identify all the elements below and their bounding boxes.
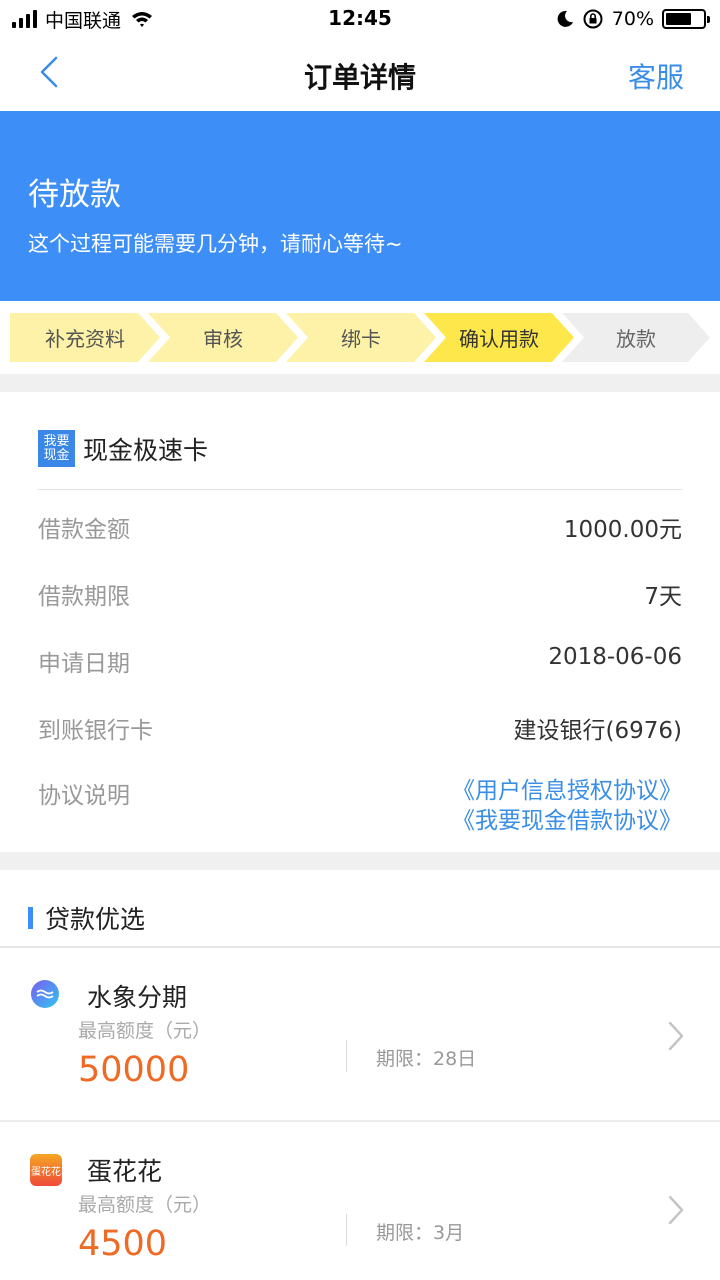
detail-value: 2018-06-06 xyxy=(548,644,682,670)
detail-label: 借款金额 xyxy=(38,517,130,543)
loan-product-name: 蛋花花 xyxy=(87,1157,163,1186)
item-divider xyxy=(0,1120,720,1122)
vertical-divider xyxy=(346,1040,347,1072)
chevron-right-icon xyxy=(668,1195,684,1225)
danhuahua-logo-icon: 蛋花花 xyxy=(30,1154,62,1186)
loan-limit-label: 最高额度（元） xyxy=(78,1194,212,1216)
vertical-divider xyxy=(346,1214,347,1246)
detail-label: 申请日期 xyxy=(38,651,130,677)
step-label: 放款 xyxy=(616,327,656,351)
user-authorization-agreement-link[interactable]: 《用户信息授权协议》 xyxy=(452,778,682,804)
step-disburse: 放款 xyxy=(562,313,710,362)
detail-label: 到账银行卡 xyxy=(38,718,153,744)
battery-icon xyxy=(662,9,710,29)
status-right: 70% xyxy=(556,6,710,32)
section-divider xyxy=(0,852,720,870)
loan-max-amount: 4500 xyxy=(78,1224,168,1264)
navigation-bar: 订单详情 客服 xyxy=(0,40,720,110)
recommend-title: 贷款优选 xyxy=(45,905,146,934)
loan-product-name: 水象分期 xyxy=(87,983,188,1012)
product-name: 现金极速卡 xyxy=(83,435,209,465)
status-banner: 待放款 这个过程可能需要几分钟，请耐心等待~ xyxy=(0,111,720,301)
loan-item-shuixiang[interactable]: 水象分期 最高额度（元） 50000 期限：28日 xyxy=(0,950,720,1120)
status-bar: 中国联通 12:45 70% xyxy=(0,0,720,40)
step-label: 确认用款 xyxy=(459,327,539,351)
step-label: 绑卡 xyxy=(341,327,381,351)
rotation-lock-icon xyxy=(583,9,603,29)
logo-text: 蛋花花 xyxy=(31,1166,61,1178)
product-header: 我要 现金 现金极速卡 xyxy=(38,430,208,467)
water-wave-icon xyxy=(31,980,59,1008)
step-label: 补充资料 xyxy=(45,327,125,351)
order-detail-screen: 中国联通 12:45 70% 订单详情 客服 待放款 这个过程可能需要几分钟，请… xyxy=(0,0,720,1280)
loan-agreement-link[interactable]: 《我要现金借款协议》 xyxy=(452,808,682,834)
recommend-header: 贷款优选 xyxy=(0,870,720,948)
detail-label: 协议说明 xyxy=(38,783,130,809)
step-label: 审核 xyxy=(203,327,243,351)
logo-text: 我要 xyxy=(43,433,70,449)
step-bind-card: 绑卡 xyxy=(286,313,436,362)
battery-percent: 70% xyxy=(611,8,654,30)
loan-item-danhuahua[interactable]: 蛋花花 蛋花花 最高额度（元） 4500 期限：3月 xyxy=(0,1124,720,1280)
section-accent-bar xyxy=(28,907,33,929)
detail-value: 1000.00元 xyxy=(563,517,682,543)
detail-value: 建设银行(6976) xyxy=(513,718,682,744)
product-logo: 我要 现金 xyxy=(38,430,75,467)
moon-icon xyxy=(557,10,573,27)
loan-term: 期限：3月 xyxy=(376,1222,465,1244)
detail-value: 7天 xyxy=(644,584,682,610)
back-arrow-icon[interactable] xyxy=(34,52,74,96)
detail-label: 借款期限 xyxy=(38,584,130,610)
card-divider xyxy=(38,489,682,490)
battery-level xyxy=(666,13,692,25)
step-confirm-usage: 确认用款 xyxy=(424,313,574,362)
customer-service-button[interactable]: 客服 xyxy=(628,56,684,96)
page-title: 订单详情 xyxy=(303,61,416,94)
logo-text: 现金 xyxy=(43,447,70,463)
order-status-message: 这个过程可能需要几分钟，请耐心等待~ xyxy=(28,232,403,256)
loan-limit-label: 最高额度（元） xyxy=(78,1020,212,1042)
step-review: 审核 xyxy=(148,313,298,362)
section-divider xyxy=(0,374,720,392)
loan-max-amount: 50000 xyxy=(78,1050,190,1090)
chevron-right-icon xyxy=(668,1021,684,1051)
loan-term: 期限：28日 xyxy=(376,1048,477,1070)
step-supplement-info: 补充资料 xyxy=(10,313,160,362)
progress-steps: 补充资料 审核 绑卡 确认用款 放款 xyxy=(10,313,710,362)
agreement-links: 《用户信息授权协议》 《我要现金借款协议》 xyxy=(222,776,682,836)
order-status-title: 待放款 xyxy=(28,177,121,213)
